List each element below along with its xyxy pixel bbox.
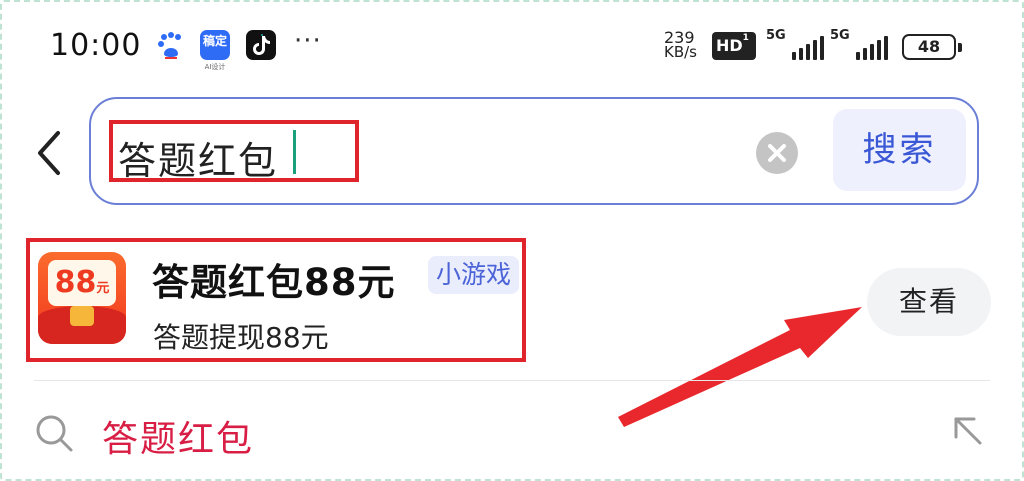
signal-2-label: 5G bbox=[830, 28, 850, 43]
suggestion-item[interactable]: 答题红包 bbox=[102, 410, 254, 462]
view-button[interactable]: 查看 bbox=[867, 268, 991, 336]
battery-icon: 48 bbox=[902, 34, 962, 60]
signal-1-icon: 5G bbox=[766, 28, 824, 62]
fill-query-arrow-icon[interactable] bbox=[950, 413, 984, 447]
gaoding-app-icon: 稿定 AI设计 bbox=[200, 30, 230, 71]
gaoding-sub-label: AI设计 bbox=[204, 63, 226, 71]
divider bbox=[34, 380, 990, 381]
back-button[interactable] bbox=[30, 128, 70, 178]
hd-label: HD bbox=[716, 36, 743, 55]
signal-2-icon: 5G bbox=[830, 28, 888, 62]
battery-level: 48 bbox=[917, 37, 941, 56]
baidu-app-icon bbox=[156, 30, 186, 60]
signal-1-label: 5G bbox=[766, 28, 786, 43]
hd-voice-icon: HD1 2 bbox=[712, 32, 756, 71]
more-notifications-icon: ··· bbox=[294, 26, 322, 56]
search-button[interactable]: 搜索 bbox=[833, 109, 966, 191]
annotation-highlight-result bbox=[26, 238, 526, 362]
status-time: 10:00 bbox=[50, 28, 142, 63]
annotation-highlight-query bbox=[109, 120, 359, 182]
clear-input-button[interactable] bbox=[756, 132, 798, 174]
douyin-app-icon bbox=[246, 30, 276, 60]
gaoding-label: 稿定 bbox=[202, 34, 227, 48]
close-icon bbox=[768, 144, 786, 162]
search-icon bbox=[34, 413, 74, 453]
network-speed: 239 KB/s bbox=[664, 30, 708, 60]
status-bar: 10:00 稿定 AI设计 ··· 239 KB/s HD1 2 5G 5G 4… bbox=[0, 0, 1024, 90]
network-speed-unit: KB/s bbox=[664, 43, 697, 61]
chevron-left-icon bbox=[38, 131, 60, 175]
